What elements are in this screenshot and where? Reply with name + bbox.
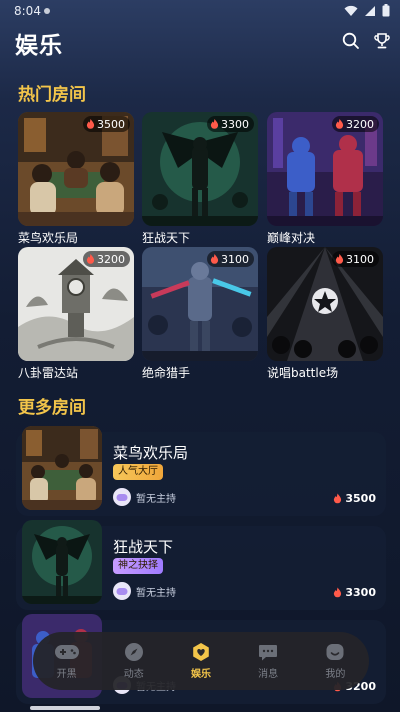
room-name: 狂战天下 xyxy=(113,538,174,556)
hot-room-card[interactable]: 3500 菜鸟欢乐局 xyxy=(18,112,134,246)
room-cover-image xyxy=(22,520,102,604)
room-cover: 3200 xyxy=(18,247,134,361)
host-name: 暂无主持 xyxy=(136,587,176,599)
status-time: 8:04 xyxy=(14,4,41,18)
page-title: 娱乐 xyxy=(15,33,63,59)
flame-icon xyxy=(210,254,219,264)
nav-item-entertainment[interactable]: 娱乐 xyxy=(175,642,227,680)
flame-icon xyxy=(334,587,342,598)
room-host: 暂无主持 xyxy=(113,582,176,600)
room-name: 说唱battle场 xyxy=(267,366,339,380)
hot-room-card[interactable]: 3300 狂战天下 xyxy=(142,112,258,246)
nav-item-feed[interactable]: 动态 xyxy=(108,642,160,680)
hot-room-card[interactable]: 3200 巅峰对决 xyxy=(267,112,383,246)
nav-item-messages[interactable]: 消息 xyxy=(242,642,294,680)
heat-value: 3500 xyxy=(345,492,376,505)
flame-icon xyxy=(335,119,344,129)
heat-count: 3200 xyxy=(346,117,374,131)
room-list-item[interactable]: 菜鸟欢乐局 人气大厅 暂无主持 3500 xyxy=(16,426,386,516)
nav-label: 消息 xyxy=(258,669,279,680)
room-host: 暂无主持 xyxy=(113,488,176,506)
room-name: 巅峰对决 xyxy=(267,231,316,245)
heat-count: 3500 xyxy=(333,492,376,505)
hot-room-card[interactable]: 3100 绝命猎手 xyxy=(142,247,258,381)
room-cover: 3100 xyxy=(267,247,383,361)
room-name: 八卦雷达站 xyxy=(18,366,79,380)
flame-icon xyxy=(210,119,219,129)
home-indicator[interactable] xyxy=(30,706,100,710)
heat-badge: 3500 xyxy=(83,116,130,132)
flame-icon xyxy=(86,254,95,264)
heat-badge: 3200 xyxy=(83,251,130,267)
leaderboard-button[interactable] xyxy=(371,30,393,52)
host-avatar xyxy=(113,582,131,600)
room-cover xyxy=(22,426,102,510)
gamepad-icon xyxy=(54,645,79,659)
notification-dot-icon xyxy=(44,8,50,14)
heat-count: 3300 xyxy=(333,586,376,599)
smile-face-icon xyxy=(326,644,344,660)
room-name: 菜鸟欢乐局 xyxy=(113,444,189,462)
room-cover xyxy=(22,520,102,604)
flame-icon xyxy=(335,254,344,264)
room-tag: 人气大厅 xyxy=(113,464,163,480)
heart-badge-icon xyxy=(193,643,209,661)
room-cover: 3100 xyxy=(142,247,258,361)
heat-count: 3100 xyxy=(221,252,249,266)
search-icon xyxy=(342,32,359,49)
room-list-item[interactable]: 狂战天下 神之抉择 暂无主持 3300 xyxy=(16,520,386,610)
room-cover: 3500 xyxy=(18,112,134,226)
nav-item-play[interactable]: 开黑 xyxy=(41,642,93,680)
room-cover: 3300 xyxy=(142,112,258,226)
nav-label: 我的 xyxy=(325,669,346,680)
signal-icon xyxy=(365,5,375,16)
heat-badge: 3100 xyxy=(207,251,254,267)
status-icons xyxy=(344,4,390,17)
room-cover-image xyxy=(22,426,102,510)
nav-item-profile[interactable]: 我的 xyxy=(309,642,361,680)
nav-label: 娱乐 xyxy=(190,669,211,680)
nav-label: 开黑 xyxy=(56,669,77,680)
hot-room-card[interactable]: 3200 八卦雷达站 xyxy=(18,247,134,381)
section-title-hot: 热门房间 xyxy=(18,85,86,105)
message-icon xyxy=(259,645,278,661)
room-name: 菜鸟欢乐局 xyxy=(18,231,79,245)
heat-badge: 3100 xyxy=(332,251,379,267)
gamepad-icon xyxy=(116,493,128,501)
heat-badge: 3300 xyxy=(207,116,254,132)
section-title-more: 更多房间 xyxy=(18,398,86,418)
room-tag: 神之抉择 xyxy=(113,558,163,574)
flame-icon xyxy=(334,493,342,504)
status-bar: 8:04 xyxy=(0,0,400,24)
compass-icon xyxy=(124,643,143,661)
heat-count: 3100 xyxy=(346,252,374,266)
heat-badge: 3200 xyxy=(332,116,379,132)
trophy-icon xyxy=(374,33,390,49)
room-name: 狂战天下 xyxy=(142,231,191,245)
flame-icon xyxy=(86,119,95,129)
heat-count: 3200 xyxy=(97,252,125,266)
heat-count: 3500 xyxy=(97,117,125,131)
room-name: 绝命猎手 xyxy=(142,366,191,380)
hot-room-card[interactable]: 3100 说唱battle场 xyxy=(267,247,383,381)
heat-value: 3300 xyxy=(345,586,376,599)
heat-count: 3300 xyxy=(221,117,249,131)
host-name: 暂无主持 xyxy=(136,493,176,505)
wifi-icon xyxy=(344,5,358,16)
search-button[interactable] xyxy=(340,30,362,52)
room-cover: 3200 xyxy=(267,112,383,226)
host-avatar xyxy=(113,488,131,506)
gamepad-icon xyxy=(116,587,128,595)
nav-label: 动态 xyxy=(123,669,144,680)
bottom-nav: 开黑 动态 娱乐 消息 我的 xyxy=(33,632,369,690)
battery-icon xyxy=(382,4,390,17)
